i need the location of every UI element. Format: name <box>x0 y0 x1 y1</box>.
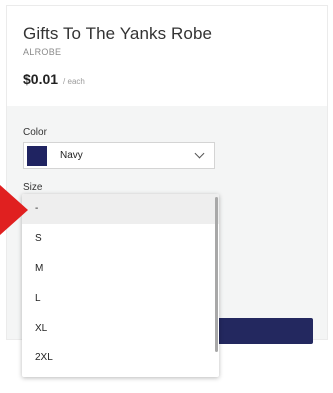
pointer-arrow-icon <box>0 185 28 235</box>
product-price: $0.01 <box>23 71 59 87</box>
price-row: $0.01 / each <box>23 71 327 87</box>
size-option-2xl[interactable]: 2XL <box>22 343 219 373</box>
size-option-m[interactable]: M <box>22 254 219 284</box>
product-sku: ALROBE <box>23 47 62 57</box>
color-swatch <box>27 145 47 166</box>
color-select[interactable]: Navy <box>23 142 215 169</box>
product-header: Gifts To The Yanks Robe ALROBE $0.01 / e… <box>7 6 327 106</box>
product-title: Gifts To The Yanks Robe <box>23 24 213 43</box>
size-option-l[interactable]: L <box>22 283 219 313</box>
size-option-xl[interactable]: XL <box>22 313 219 343</box>
size-option-none[interactable]: - <box>22 194 219 224</box>
dropdown-scrollbar[interactable] <box>215 197 218 352</box>
color-label: Color <box>23 127 47 138</box>
color-select-value: Navy <box>60 150 83 161</box>
size-dropdown-list[interactable]: - S M L XL 2XL <box>22 194 219 377</box>
chevron-down-icon <box>194 148 205 159</box>
price-unit: / each <box>63 77 85 86</box>
size-option-s[interactable]: S <box>22 224 219 254</box>
